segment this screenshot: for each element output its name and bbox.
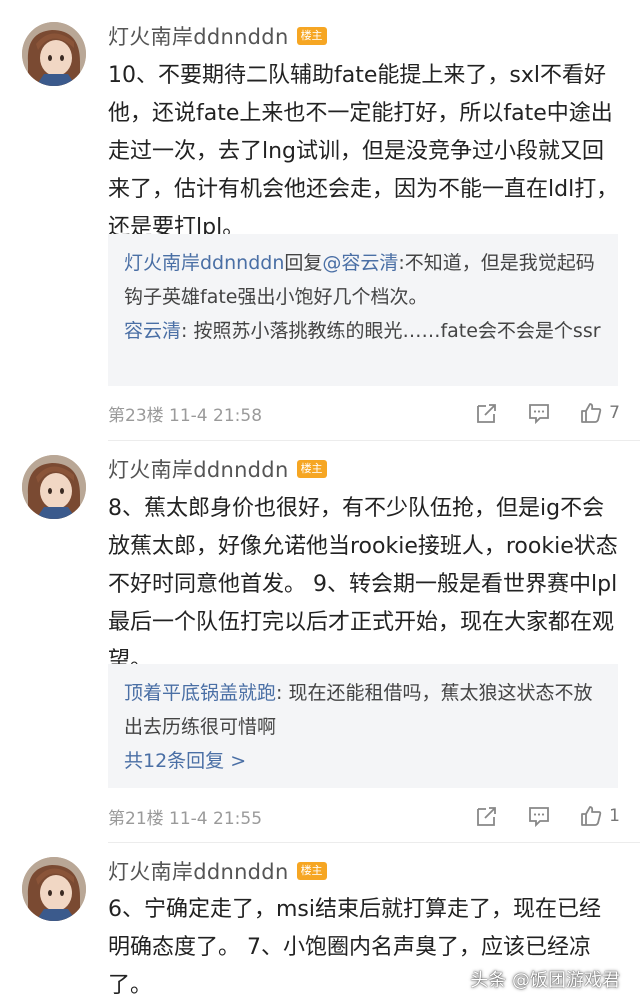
- avatar-image: [22, 455, 86, 519]
- divider: [108, 842, 640, 843]
- comment-icon: [529, 404, 550, 425]
- post-meta: 第23楼 11-4 21:58 7: [108, 398, 620, 428]
- username[interactable]: 灯火南岸ddnnddn: [108, 856, 289, 886]
- floor-and-time: 第21楼 11-4 21:55: [108, 808, 263, 829]
- reply-verb: 回复: [284, 252, 323, 274]
- like-count: 7: [609, 403, 620, 423]
- post-actions: 1: [447, 801, 620, 831]
- reply-text: : 按照苏小落挑教练的眼光……fate会不会是个ssr: [181, 320, 601, 342]
- username[interactable]: 灯火南岸ddnnddn: [108, 454, 289, 484]
- thumbs-up-icon: [581, 806, 602, 826]
- op-badge: 楼主: [296, 460, 327, 478]
- like-count: 1: [609, 806, 620, 826]
- reply-box[interactable]: 顶着平底锅盖就跑: 现在还能租借吗，蕉太狼这状态不放出去历练很可惜啊 共12条回…: [108, 664, 618, 788]
- watermark: 头条 @饭团游戏君: [470, 970, 620, 991]
- reply-item[interactable]: 容云清: 按照苏小落挑教练的眼光……fate会不会是个ssr: [124, 314, 602, 348]
- reply-author[interactable]: 灯火南岸ddnnddn: [124, 252, 284, 274]
- thumbs-up-icon: [581, 403, 602, 423]
- op-badge: 楼主: [296, 862, 327, 880]
- post-meta: 第21楼 11-4 21:55 1: [108, 801, 620, 831]
- reply-box[interactable]: 灯火南岸ddnnddn回复@容云清:不知道，但是我觉起码钩子英雄fate强出小饱…: [108, 234, 618, 386]
- reply-author[interactable]: 顶着平底锅盖就跑: [124, 682, 276, 704]
- share-button[interactable]: [475, 804, 499, 828]
- floor-and-time: 第23楼 11-4 21:58: [108, 405, 263, 426]
- reply-author[interactable]: 容云清: [124, 320, 181, 342]
- like-button[interactable]: 1: [579, 804, 620, 828]
- divider: [108, 440, 640, 441]
- avatar[interactable]: [22, 455, 86, 519]
- username[interactable]: 灯火南岸ddnnddn: [108, 21, 289, 51]
- reply-item[interactable]: 灯火南岸ddnnddn回复@容云清:不知道，但是我觉起码钩子英雄fate强出小饱…: [124, 246, 602, 314]
- post-header: 灯火南岸ddnnddn 楼主: [108, 455, 327, 483]
- post-header: 灯火南岸ddnnddn 楼主: [108, 22, 327, 50]
- avatar[interactable]: [22, 22, 86, 86]
- comment-icon: [529, 807, 550, 828]
- more-replies-link[interactable]: 共12条回复 >: [124, 744, 602, 778]
- post-header: 灯火南岸ddnnddn 楼主: [108, 857, 327, 885]
- share-icon: [477, 807, 497, 826]
- comment-button[interactable]: [527, 804, 551, 828]
- post-content: 10、不要期待二队辅助fate能提上来了，sxl不看好他，还说fate上来也不一…: [108, 63, 619, 240]
- share-button[interactable]: [475, 401, 499, 425]
- post-actions: 7: [447, 398, 620, 428]
- share-icon: [477, 404, 497, 423]
- comment-button[interactable]: [527, 401, 551, 425]
- avatar[interactable]: [22, 857, 86, 921]
- op-badge: 楼主: [296, 27, 327, 45]
- avatar-image: [22, 22, 86, 86]
- reply-mention[interactable]: @容云清: [322, 252, 398, 274]
- reply-item[interactable]: 顶着平底锅盖就跑: 现在还能租借吗，蕉太狼这状态不放出去历练很可惜啊: [124, 676, 602, 744]
- like-button[interactable]: 7: [579, 401, 620, 425]
- avatar-image: [22, 857, 86, 921]
- post-content: 8、蕉太郎身价也很好，有不少队伍抢，但是ig不会放蕉太郎，好像允诺他当rooki…: [108, 496, 618, 673]
